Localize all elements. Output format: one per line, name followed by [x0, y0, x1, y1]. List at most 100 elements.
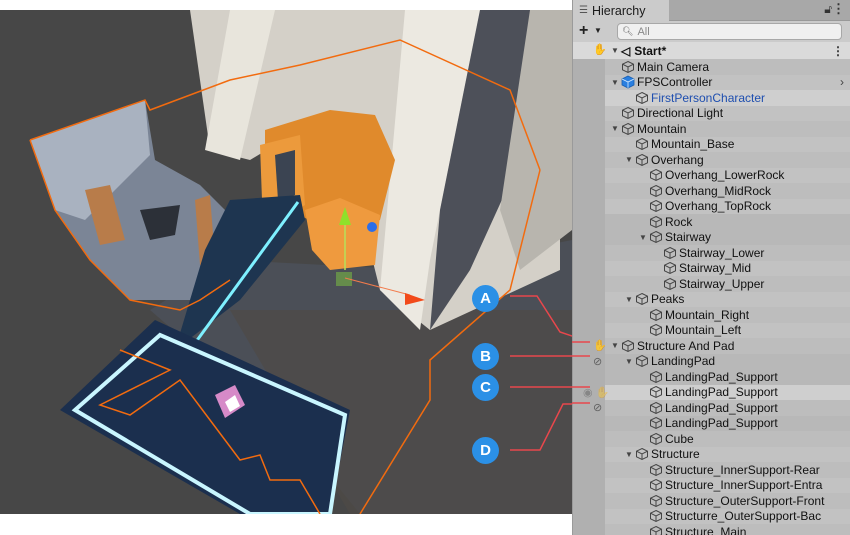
hierarchy-row[interactable]: Stairway_Lower: [573, 245, 850, 261]
row-label: Mountain_Right: [665, 307, 750, 322]
callout-c: C: [472, 374, 499, 401]
open-prefab-chevron-icon[interactable]: ›: [840, 75, 844, 89]
scene-view[interactable]: A B C D: [0, 10, 572, 514]
expand-arrow-icon[interactable]: ▼: [623, 357, 635, 366]
expand-arrow-icon[interactable]: ▼: [623, 155, 635, 164]
gameobject-cube-icon: [663, 261, 677, 275]
gameobject-cube-icon: [663, 277, 677, 291]
row-label: Stairway_Lower: [679, 245, 765, 260]
hierarchy-row[interactable]: Overhang_LowerRock: [573, 167, 850, 183]
gameobject-cube-icon: [649, 385, 663, 399]
hierarchy-row[interactable]: ▼ Stairway: [573, 229, 850, 245]
row-label: Mountain: [637, 121, 687, 136]
row-label: LandingPad: [651, 354, 716, 369]
gameobject-cube-icon: [621, 60, 635, 74]
row-label: Structure_OuterSupport-Front: [665, 493, 825, 508]
hierarchy-row[interactable]: ◉ ✋LandingPad_Support: [573, 384, 850, 400]
hierarchy-row[interactable]: Mountain_Base: [573, 136, 850, 152]
hierarchy-tabbar: ☰ Hierarchy 🔓︎ ⋮: [573, 0, 850, 21]
hierarchy-row[interactable]: Overhang_TopRock: [573, 198, 850, 214]
hierarchy-row[interactable]: ▼ Peaks: [573, 291, 850, 307]
row-label: Overhang_MidRock: [665, 183, 772, 198]
gameobject-cube-icon: [649, 215, 663, 229]
search-input[interactable]: 🔍︎ All: [617, 23, 842, 40]
hierarchy-row[interactable]: Mountain_Left: [573, 322, 850, 338]
row-label: Directional Light: [637, 106, 724, 121]
panel-menu-icon[interactable]: ⋮: [832, 1, 845, 17]
hierarchy-row[interactable]: Overhang_MidRock: [573, 183, 850, 199]
gameobject-cube-icon: [649, 509, 663, 523]
hierarchy-row[interactable]: ⊘ ▼ LandingPad: [573, 353, 850, 369]
scene-row[interactable]: ✋ ▼ ◁ Start* ⋮: [573, 42, 850, 59]
hierarchy-row[interactable]: Structurre_OuterSupport-Bac: [573, 508, 850, 524]
gameobject-cube-icon: [635, 447, 649, 461]
gameobject-cube-icon: [649, 463, 663, 477]
row-label: Overhang: [651, 152, 704, 167]
hierarchy-row[interactable]: Mountain_Right: [573, 307, 850, 323]
gizmo-z-handle: [367, 222, 377, 232]
gameobject-cube-icon: [649, 416, 663, 430]
gameobject-cube-icon: [649, 401, 663, 415]
gameobject-cube-icon: [635, 292, 649, 306]
scene-name: Start*: [634, 43, 667, 58]
gameobject-cube-icon: [649, 478, 663, 492]
gameobject-cube-icon: [649, 432, 663, 446]
hierarchy-row[interactable]: Cube: [573, 431, 850, 447]
row-label: Mountain_Left: [665, 323, 742, 338]
hierarchy-row[interactable]: ▼ Mountain: [573, 121, 850, 137]
hierarchy-row[interactable]: Directional Light: [573, 105, 850, 121]
gameobject-cube-icon: [635, 153, 649, 167]
hierarchy-row[interactable]: Structure_Main: [573, 524, 850, 535]
scene-menu-icon[interactable]: ⋮: [832, 44, 844, 58]
hierarchy-panel: ☰ Hierarchy 🔓︎ ⋮ + ▼ 🔍︎ All ✋ ▼ ◁ Start*…: [572, 0, 850, 535]
row-label: Peaks: [651, 292, 685, 307]
gameobject-cube-icon: [649, 525, 663, 535]
row-label: Stairway_Upper: [679, 276, 765, 291]
hierarchy-row[interactable]: ▼ Structure: [573, 446, 850, 462]
hierarchy-row[interactable]: ⊘ LandingPad_Support: [573, 400, 850, 416]
row-label: Stairway_Mid: [679, 261, 752, 276]
hierarchy-row[interactable]: ▼ FPSController ›: [573, 74, 850, 90]
search-icon: 🔍︎: [622, 26, 634, 36]
expand-arrow-icon[interactable]: ▼: [637, 233, 649, 242]
gameobject-cube-icon: [621, 339, 635, 353]
hierarchy-row[interactable]: Stairway_Mid: [573, 260, 850, 276]
row-label: Stairway: [665, 230, 712, 245]
hierarchy-row[interactable]: Rock: [573, 214, 850, 230]
row-label: LandingPad_Support: [665, 416, 778, 431]
row-label: Overhang_LowerRock: [665, 168, 785, 183]
unity-scene-icon: ◁: [621, 43, 631, 58]
callout-a: A: [472, 285, 499, 312]
gameobject-cube-icon: [663, 246, 677, 260]
hierarchy-row[interactable]: Stairway_Upper: [573, 276, 850, 292]
lock-icon[interactable]: 🔓︎: [824, 2, 832, 17]
hierarchy-row[interactable]: Structure_InnerSupport-Entra: [573, 477, 850, 493]
hierarchy-row[interactable]: Main Camera: [573, 59, 850, 75]
gameobject-cube-icon: [649, 494, 663, 508]
expand-arrow-icon[interactable]: ▼: [623, 295, 635, 304]
gameobject-cube-icon: [621, 122, 635, 136]
search-placeholder: All: [637, 25, 650, 38]
hierarchy-row[interactable]: LandingPad_Support: [573, 369, 850, 385]
gameobject-cube-icon: [649, 230, 663, 244]
gameobject-cube-icon: [649, 308, 663, 322]
hierarchy-row[interactable]: ✋ ▼ Structure And Pad: [573, 338, 850, 354]
row-label: Structurre_OuterSupport-Bac: [665, 509, 822, 524]
expand-arrow-icon[interactable]: ▼: [623, 450, 635, 459]
hierarchy-row[interactable]: FirstPersonCharacter: [573, 90, 850, 106]
callout-b: B: [472, 343, 499, 370]
hierarchy-row[interactable]: Structure_InnerSupport-Rear: [573, 462, 850, 478]
row-label: Overhang_TopRock: [665, 199, 772, 214]
gameobject-cube-icon: [635, 137, 649, 151]
hierarchy-row[interactable]: LandingPad_Support: [573, 415, 850, 431]
prefab-cube-icon: [621, 75, 635, 89]
gameobject-cube-icon: [649, 370, 663, 384]
row-label: Rock: [665, 214, 693, 229]
hierarchy-row[interactable]: Structure_OuterSupport-Front: [573, 493, 850, 509]
row-label: LandingPad_Support: [665, 385, 778, 400]
gameobject-cube-icon: [649, 323, 663, 337]
gameobject-cube-icon: [635, 354, 649, 368]
hierarchy-row[interactable]: ▼ Overhang: [573, 152, 850, 168]
row-label: FPSController: [637, 75, 713, 90]
row-label: Mountain_Base: [651, 137, 735, 152]
